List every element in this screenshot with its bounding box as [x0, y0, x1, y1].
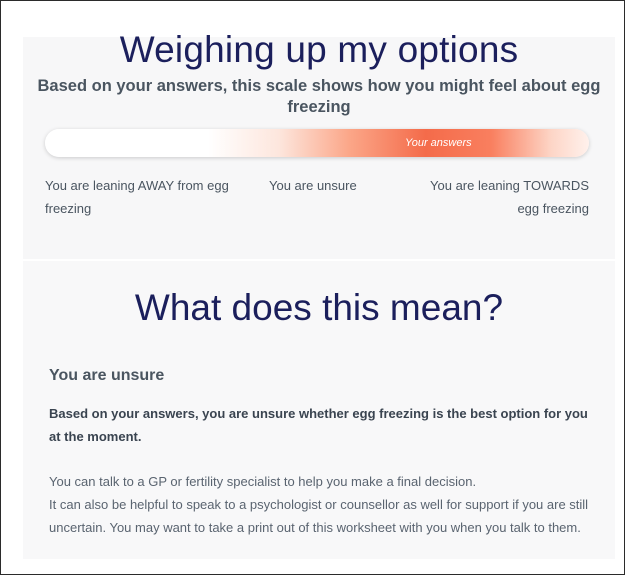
result-summary: Based on your answers, you are unsure wh… [49, 406, 588, 444]
meaning-panel: What does this mean? You are unsure Base… [23, 261, 615, 559]
result-body-line-2: It can also be helpful to speak to a psy… [49, 497, 589, 535]
decision-scale-bar: Your answers [45, 129, 589, 157]
your-answers-marker: Your answers [405, 137, 472, 149]
page-frame: Weighing up my options Based on your ans… [0, 0, 625, 575]
result-body: You can talk to a GP or fertility specia… [49, 470, 597, 539]
meaning-title: What does this mean? [134, 287, 504, 328]
result-body-line-1: You can talk to a GP or fertility specia… [49, 474, 477, 489]
result-heading: You are unsure [49, 367, 165, 384]
page-title: Weighing up my options [119, 29, 519, 70]
scale-label-towards: You are leaning TOWARDS egg freezing [430, 178, 589, 216]
scale-label-unsure: You are unsure [269, 178, 357, 193]
scale-label-away: You are leaning AWAY from egg freezing [45, 178, 229, 216]
scale-panel: Weighing up my options Based on your ans… [23, 29, 615, 259]
scale-subtitle: Based on your answers, this scale shows … [37, 77, 601, 116]
